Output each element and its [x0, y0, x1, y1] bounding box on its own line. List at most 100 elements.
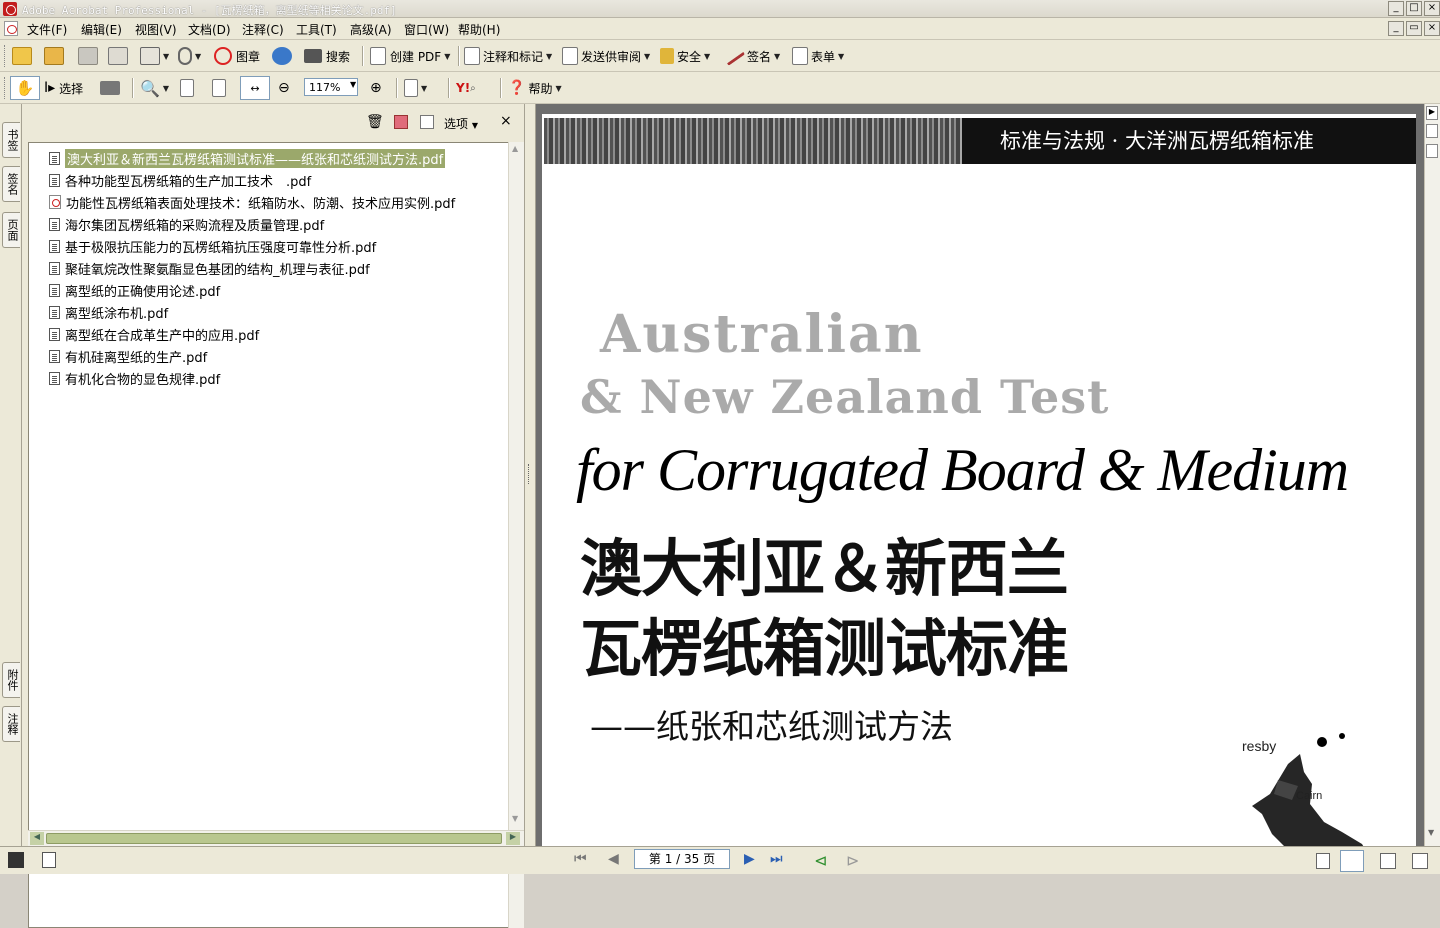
print-button[interactable] [108, 44, 128, 68]
close-panel-icon[interactable]: × [500, 113, 512, 129]
comment-markup-button[interactable]: 注释和标记 ▼ [464, 44, 552, 68]
scroll-up-icon[interactable]: ▲ [512, 144, 518, 153]
split-view-icon[interactable] [1426, 124, 1438, 138]
scroll-left-icon[interactable]: ◀ [30, 832, 44, 845]
scroll-down-icon[interactable]: ▼ [512, 814, 518, 823]
search-button[interactable]: 搜索 [304, 44, 350, 68]
tab-attachments[interactable]: 附件 [2, 662, 20, 698]
create-pdf-button[interactable]: 创建 PDF ▼ [370, 44, 450, 68]
toolbar-grip[interactable] [4, 45, 7, 67]
doc-restore-button[interactable]: ▭ [1406, 21, 1422, 36]
web-button[interactable] [272, 44, 292, 68]
menu-comments[interactable]: 注释(C) [242, 21, 284, 38]
toolbar-grip[interactable] [4, 77, 7, 99]
zoom-out-button[interactable]: ⊖ [278, 76, 290, 100]
forms-button[interactable]: 表单 ▼ [792, 44, 844, 68]
fit-width-button[interactable]: ↔ [240, 76, 270, 100]
email-button[interactable]: ▼ [140, 44, 169, 68]
minimize-button[interactable]: _ [1388, 1, 1404, 16]
bookmark-item[interactable]: 功能性瓦楞纸箱表面处理技术：纸箱防水、防潮、技术应用实例.pdf [49, 192, 455, 212]
bookmark-item[interactable]: 有机化合物的显色规律.pdf [49, 368, 220, 388]
zoom-dropdown-icon[interactable]: ▼ [350, 80, 356, 89]
doc-minimize-button[interactable]: _ [1388, 21, 1404, 36]
previous-page-icon[interactable]: ◀ [608, 851, 619, 867]
tab-pages[interactable]: 页面 [2, 212, 20, 248]
continuous-facing-icon[interactable] [1412, 853, 1428, 869]
document-view[interactable]: 标准与法规 · 大洋洲瓦楞纸箱标准 Australian & New Zeala… [536, 104, 1424, 846]
scroll-right-icon[interactable]: ▶ [506, 832, 520, 845]
bookmark-vertical-scrollbar[interactable]: ▲ ▼ [508, 142, 524, 928]
go-forward-icon[interactable]: ⊳ [846, 851, 859, 870]
tab-comments[interactable]: 注释 [2, 706, 20, 742]
options-menu[interactable]: 选项 ▼ [444, 115, 478, 132]
go-back-icon[interactable]: ⊲ [814, 851, 827, 870]
secure-button[interactable]: 安全 ▼ [660, 44, 710, 68]
menu-advanced[interactable]: 高级(A) [350, 21, 392, 38]
bookmark-item[interactable]: 澳大利亚＆新西兰瓦楞纸箱测试标准——纸张和芯纸测试方法.pdf [49, 148, 446, 168]
document-vertical-scrollbar[interactable]: ▶ ▼ [1424, 104, 1440, 846]
scroll-up-icon[interactable]: ▶ [1426, 106, 1438, 120]
menu-document[interactable]: 文档(D) [188, 21, 231, 38]
menu-edit[interactable]: 编辑(E) [81, 21, 122, 38]
scroll-thumb[interactable] [46, 833, 502, 844]
scroll-down-icon[interactable]: ▼ [1428, 828, 1434, 837]
bookmark-item[interactable]: 各种功能型瓦楞纸箱的生产加工技术 .pdf [49, 170, 311, 190]
panel-splitter[interactable] [524, 104, 536, 846]
bookmark-label: 各种功能型瓦楞纸箱的生产加工技术 .pdf [65, 174, 312, 190]
bookmark-item[interactable]: 有机硅离型纸的生产.pdf [49, 346, 207, 366]
document-menu-icon[interactable] [4, 21, 18, 36]
select-tool-button[interactable]: I▸ 选择 [44, 76, 83, 100]
facing-pages-icon[interactable] [1380, 853, 1396, 869]
bookmark-item[interactable]: 离型纸涂布机.pdf [49, 302, 168, 322]
toolbar-separator [458, 46, 459, 66]
fit-page-button[interactable] [212, 76, 226, 100]
organizer-button[interactable] [44, 44, 64, 68]
snapshot-button[interactable] [100, 76, 120, 100]
rotate-button[interactable]: ▼ [404, 76, 427, 100]
help-button[interactable]: ❓ 帮助 ▼ [508, 76, 562, 100]
zoom-in-button[interactable]: ⊕ [370, 76, 382, 100]
menu-tools[interactable]: 工具(T) [296, 21, 337, 38]
expand-bookmark-icon[interactable] [420, 115, 434, 129]
menu-file[interactable]: 文件(F) [27, 21, 67, 38]
first-page-icon[interactable]: ⏮ [574, 851, 587, 867]
continuous-page-icon[interactable] [1340, 850, 1364, 872]
new-bookmark-icon[interactable] [394, 115, 408, 129]
page-view-icon[interactable] [8, 852, 24, 868]
menu-help[interactable]: 帮助(H) [458, 21, 500, 38]
single-page-icon[interactable] [1316, 853, 1330, 869]
bookmark-item[interactable]: 海尔集团瓦楞纸箱的采购流程及质量管理.pdf [49, 214, 324, 234]
sign-button[interactable]: 签名 ▼ [722, 44, 780, 68]
zoom-tool-button[interactable]: 🔍 ▼ [140, 76, 169, 100]
bookmark-item[interactable]: 聚硅氧烷改性聚氨酯显色基团的结构_机理与表征.pdf [49, 258, 370, 278]
maximize-button[interactable]: □ [1406, 1, 1422, 16]
splitter-grip[interactable] [528, 464, 532, 484]
trash-icon[interactable]: 🗑 [366, 114, 384, 130]
hand-tool-button[interactable]: ✋ [10, 76, 40, 100]
bookmark-horizontal-scrollbar[interactable]: ◀ ▶ [28, 830, 524, 846]
tab-bookmarks[interactable]: 书签 [2, 122, 20, 158]
bookmark-item[interactable]: 离型纸的正确使用论述.pdf [49, 280, 220, 300]
tab-signatures[interactable]: 签名 [2, 166, 20, 202]
actual-size-button[interactable] [180, 76, 194, 100]
bookmark-item[interactable]: 基于极限抗压能力的瓦楞纸箱抗压强度可靠性分析.pdf [49, 236, 376, 256]
options-label: 选项 [444, 117, 469, 131]
split-view-icon[interactable] [1426, 144, 1438, 158]
header-noise-band [544, 118, 962, 164]
doc-close-button[interactable]: × [1424, 21, 1440, 36]
menu-view[interactable]: 视图(V) [135, 21, 177, 38]
page-icon[interactable] [42, 852, 56, 868]
stamp-button[interactable]: 图章 [214, 44, 260, 68]
next-page-icon[interactable]: ▶ [744, 851, 755, 867]
page-number-field[interactable]: 第 1 / 35 页 [634, 849, 730, 869]
page-icon [49, 305, 60, 319]
close-button[interactable]: × [1424, 1, 1440, 16]
save-button[interactable] [78, 44, 98, 68]
yahoo-search-button[interactable]: Y! ⌕ [456, 76, 476, 100]
bookmark-item[interactable]: 离型纸在合成革生产中的应用.pdf [49, 324, 259, 344]
open-button[interactable] [12, 44, 32, 68]
menu-window[interactable]: 窗口(W) [404, 21, 449, 38]
last-page-icon[interactable]: ⏭ [770, 851, 783, 867]
send-review-button[interactable]: 发送供审阅 ▼ [562, 44, 650, 68]
attach-button[interactable]: ▼ [178, 44, 201, 68]
